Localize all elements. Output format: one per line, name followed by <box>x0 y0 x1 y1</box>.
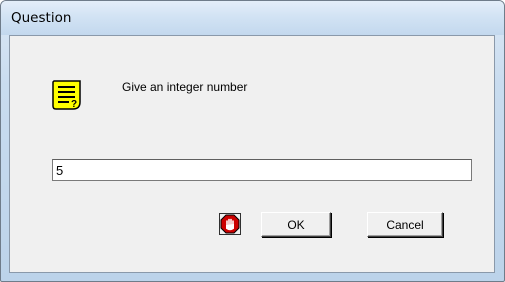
cancel-button[interactable]: Cancel <box>367 212 443 237</box>
dialog-window: Question ? Give an integer number OK <box>0 0 505 282</box>
window-title: Question <box>11 10 72 26</box>
ok-button[interactable]: OK <box>261 212 331 237</box>
stop-hand-icon[interactable] <box>219 213 241 235</box>
prompt-text: Give an integer number <box>122 80 248 94</box>
dialog-body: ? Give an integer number OK Cancel <box>9 35 495 273</box>
title-bar[interactable]: Question <box>1 1 504 35</box>
integer-input[interactable] <box>52 159 472 181</box>
svg-text:?: ? <box>71 99 77 110</box>
question-note-icon: ? <box>50 78 84 112</box>
